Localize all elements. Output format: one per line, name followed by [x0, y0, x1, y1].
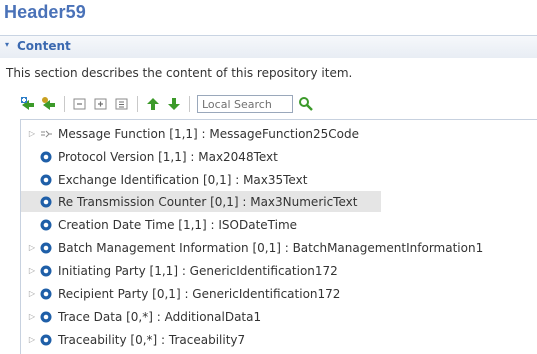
tree-row-trace-data[interactable]: ▷ Trace Data [0,*] : AdditionalData1: [21, 306, 261, 327]
element-icon: [40, 311, 52, 323]
element-icon: [40, 196, 52, 208]
move-up-icon[interactable]: [145, 96, 161, 112]
tree-row-label: Trace Data [0,*] : AdditionalData1: [58, 309, 262, 324]
expand-arrow-icon[interactable]: ▷: [27, 266, 37, 275]
tree-row-creation-date-time[interactable]: ▷ Creation Date Time [1,1] : ISODateTime: [21, 214, 297, 235]
search-go-icon[interactable]: [298, 96, 314, 112]
tree-row-label: Traceability [0,*] : Traceability7: [58, 332, 246, 347]
section-title[interactable]: Content: [17, 39, 71, 53]
element-icon: [40, 288, 52, 300]
expand-level-icon[interactable]: [114, 96, 130, 112]
collapse-all-icon[interactable]: [72, 96, 88, 112]
expander-placeholder: ▷: [27, 220, 37, 229]
expand-arrow-icon[interactable]: ▷: [27, 335, 37, 344]
move-down-icon[interactable]: [166, 96, 182, 112]
expand-all-icon[interactable]: [93, 96, 109, 112]
tree-row-label: Creation Date Time [1,1] : ISODateTime: [58, 217, 298, 232]
tree-row-re-transmission-counter[interactable]: ▷ Re Transmission Counter [0,1] : Max3Nu…: [21, 191, 381, 212]
section-description: This section describes the content of th…: [6, 66, 353, 80]
element-icon: [40, 242, 52, 254]
tree-row-batch-management-information[interactable]: ▷ Batch Management Information [0,1] : B…: [21, 237, 483, 258]
toolbar: [20, 93, 314, 115]
expand-arrow-icon[interactable]: ▷: [27, 243, 37, 252]
expander-placeholder: ▷: [27, 197, 37, 206]
tree-row-label: Initiating Party [1,1] : GenericIdentifi…: [58, 263, 338, 278]
element-icon: [40, 174, 52, 186]
toolbar-separator: [137, 96, 138, 112]
expand-arrow-icon[interactable]: ▷: [27, 129, 37, 138]
tree-row-label: Re Transmission Counter [0,1] : Max3Nume…: [58, 194, 358, 209]
tree-row-initiating-party[interactable]: ▷ Initiating Party [1,1] : GenericIdenti…: [21, 260, 338, 281]
tree-row-exchange-identification[interactable]: ▷ Exchange Identification [0,1] : Max35T…: [21, 169, 307, 190]
tree-row-label: Recipient Party [0,1] : GenericIdentific…: [58, 286, 341, 301]
element-icon: [40, 151, 52, 163]
tree-row-traceability[interactable]: ▷ Traceability [0,*] : Traceability7: [21, 329, 245, 350]
add-element-icon[interactable]: [20, 96, 36, 112]
toolbar-separator: [189, 96, 190, 112]
tree-row-protocol-version[interactable]: ▷ Protocol Version [1,1] : Max2048Text: [21, 146, 278, 167]
section-header[interactable]: ▾ Content: [0, 35, 537, 58]
add-attribute-icon[interactable]: [41, 96, 57, 112]
tree-row-label: Message Function [1,1] : MessageFunction…: [58, 126, 360, 141]
code-list-icon: [40, 128, 52, 140]
element-icon: [40, 219, 52, 231]
toolbar-separator: [64, 96, 65, 112]
tree-row-message-function[interactable]: ▷ Message Function [1,1] : MessageFuncti…: [21, 123, 359, 144]
tree-row-label: Protocol Version [1,1] : Max2048Text: [58, 149, 278, 164]
collapse-toggle-icon[interactable]: ▾: [5, 40, 9, 49]
tree-row-recipient-party[interactable]: ▷ Recipient Party [0,1] : GenericIdentif…: [21, 283, 341, 304]
tree-row-label: Exchange Identification [0,1] : Max35Tex…: [58, 172, 308, 187]
content-tree: ▷ Message Function [1,1] : MessageFuncti…: [20, 119, 537, 354]
expand-arrow-icon[interactable]: ▷: [27, 289, 37, 298]
page-title: Header59: [4, 2, 86, 22]
local-search-input[interactable]: [197, 95, 293, 113]
expander-placeholder: ▷: [27, 175, 37, 184]
expand-arrow-icon[interactable]: ▷: [27, 312, 37, 321]
element-icon: [40, 265, 52, 277]
expander-placeholder: ▷: [27, 152, 37, 161]
tree-row-label: Batch Management Information [0,1] : Bat…: [58, 240, 484, 255]
element-icon: [40, 334, 52, 346]
